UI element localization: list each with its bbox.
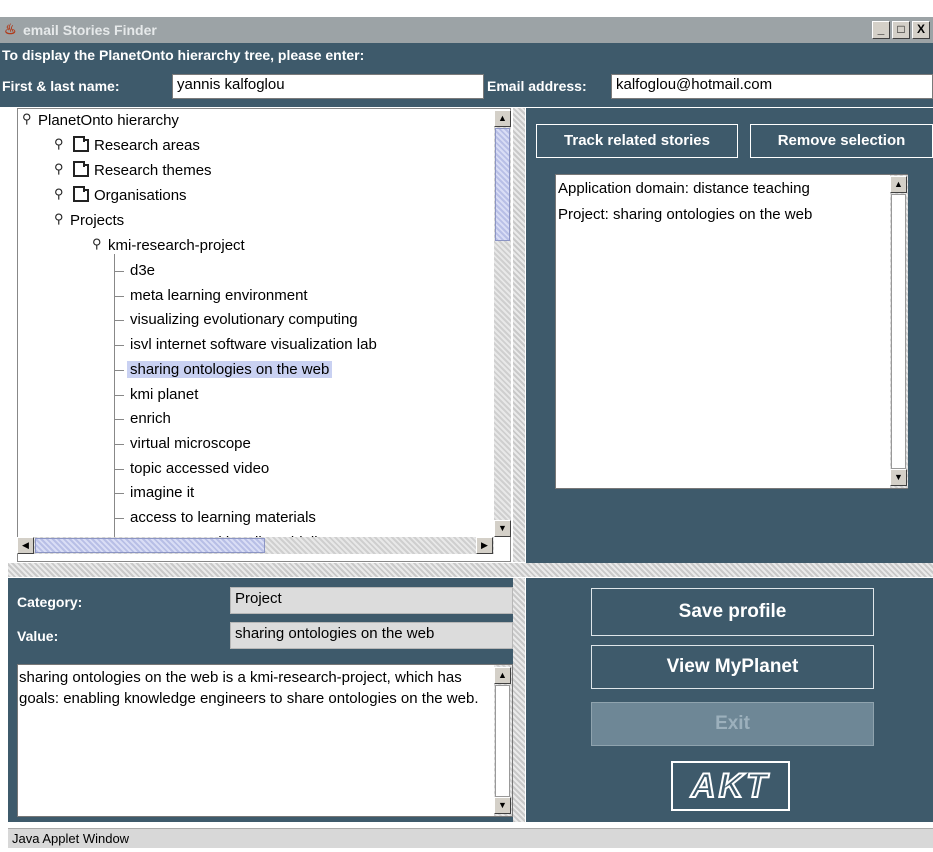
scroll-down-icon[interactable]: ▼ — [494, 797, 511, 814]
tree-branch-line — [114, 345, 124, 347]
tree-item[interactable]: d3e — [130, 262, 155, 279]
folder-icon — [73, 186, 89, 202]
maximize-button[interactable]: □ — [892, 21, 910, 39]
selection-panel: Track related stories Remove selection A… — [526, 108, 933, 563]
tree-kmi-research-project[interactable]: kmi-research-project — [108, 237, 245, 254]
category-value: Project — [230, 587, 513, 614]
scroll-left-icon[interactable]: ◀ — [17, 537, 34, 554]
vertical-splitter[interactable] — [513, 578, 525, 822]
tree-item[interactable]: isvl internet software visualization lab — [130, 336, 377, 353]
list-item[interactable]: Application domain: distance teaching — [558, 180, 810, 197]
scroll-right-icon[interactable]: ▶ — [476, 537, 493, 554]
scroll-down-icon[interactable]: ▼ — [890, 469, 907, 486]
vertical-splitter[interactable] — [513, 108, 525, 562]
scroll-up-icon[interactable]: ▲ — [494, 667, 511, 684]
expanded-node-icon[interactable]: ⚲ — [54, 211, 64, 227]
scroll-up-icon[interactable]: ▲ — [890, 176, 907, 193]
list-item[interactable]: Project: sharing ontologies on the web — [558, 206, 812, 223]
email-input[interactable]: kalfoglou@hotmail.com — [611, 74, 933, 99]
tree-root[interactable]: PlanetOnto hierarchy — [38, 112, 179, 129]
scroll-thumb[interactable] — [495, 128, 510, 241]
scroll-thumb[interactable] — [35, 538, 265, 553]
collapsed-node-icon[interactable]: ⚲ — [54, 186, 64, 202]
tree-item[interactable]: visualizing evolutionary computing — [130, 311, 358, 328]
exit-button[interactable]: Exit — [591, 702, 874, 746]
folder-icon — [73, 161, 89, 177]
remove-selection-button[interactable]: Remove selection — [750, 124, 933, 158]
window-titlebar: ♨ email Stories Finder _ □ X — [0, 17, 933, 43]
tree-folder-research-areas[interactable]: Research areas — [94, 137, 200, 154]
tree-node-icon: ⚲ — [22, 111, 32, 126]
tree-item[interactable]: enrich — [130, 410, 171, 427]
tree-branch-line — [114, 369, 124, 371]
close-button[interactable]: X — [912, 21, 930, 39]
tree-item[interactable]: imagine it — [130, 484, 194, 501]
details-panel: Category: Project Value: sharing ontolog… — [8, 578, 513, 822]
name-label: First & last name: — [2, 78, 120, 94]
scroll-up-icon[interactable]: ▲ — [494, 110, 511, 127]
tree-projects[interactable]: Projects — [70, 212, 124, 229]
java-icon: ♨ — [4, 21, 17, 37]
scroll-down-icon[interactable]: ▼ — [494, 520, 511, 537]
hierarchy-tree[interactable]: ⚲ PlanetOnto hierarchy ⚲ Research areas … — [17, 108, 511, 562]
tree-guide-line — [114, 254, 115, 544]
view-myplanet-button[interactable]: View MyPlanet — [591, 645, 874, 689]
tree-branch-line — [114, 320, 124, 322]
tree-branch-line — [114, 271, 124, 272]
collapsed-node-icon[interactable]: ⚲ — [54, 161, 64, 177]
selection-list[interactable]: Application domain: distance teaching Pr… — [555, 174, 908, 489]
header-panel: To display the PlanetOnto hierarchy tree… — [0, 43, 933, 107]
scroll-thumb[interactable] — [495, 685, 510, 797]
email-label: Email address: — [487, 78, 587, 94]
category-label: Category: — [17, 594, 83, 610]
minimize-button[interactable]: _ — [872, 21, 890, 39]
tree-branch-line — [114, 518, 124, 519]
tree-branch-line — [114, 394, 124, 396]
tree-branch-line — [114, 443, 124, 445]
tree-folder-research-themes[interactable]: Research themes — [94, 162, 212, 179]
description-area[interactable]: sharing ontologies on the web is a kmi-r… — [17, 664, 513, 817]
tree-item[interactable]: virtual microscope — [130, 435, 251, 452]
selection-list-scrollbar[interactable]: ▲ ▼ — [890, 175, 908, 488]
tree-branch-line — [114, 419, 124, 421]
folder-icon — [73, 136, 89, 152]
value-label: Value: — [17, 628, 59, 644]
collapsed-node-icon[interactable]: ⚲ — [54, 136, 64, 152]
description-text: sharing ontologies on the web is a kmi-r… — [19, 669, 479, 707]
akt-logo-text: AKT — [690, 766, 770, 806]
name-input[interactable]: yannis kalfoglou — [172, 74, 484, 99]
description-scrollbar[interactable]: ▲ ▼ — [494, 665, 512, 816]
tree-item[interactable]: topic accessed video — [130, 460, 269, 477]
tree-branch-line — [114, 493, 124, 495]
tree-vertical-scrollbar[interactable]: ▲ ▼ — [494, 110, 511, 537]
tree-item[interactable]: meta learning environment — [130, 287, 308, 304]
save-profile-button[interactable]: Save profile — [591, 588, 874, 636]
status-bar: Java Applet Window — [8, 828, 933, 848]
window-title: email Stories Finder — [23, 22, 157, 38]
scroll-thumb[interactable] — [891, 194, 906, 469]
tree-branch-line — [114, 468, 124, 470]
header-prompt: To display the PlanetOnto hierarchy tree… — [2, 47, 365, 63]
tree-folder-organisations[interactable]: Organisations — [94, 187, 187, 204]
akt-logo: AKT — [671, 761, 790, 811]
expanded-node-icon[interactable]: ⚲ — [92, 236, 102, 252]
tree-branch-line — [114, 295, 124, 297]
value-value: sharing ontologies on the web — [230, 622, 513, 649]
tree-horizontal-scrollbar[interactable]: ◀ ▶ — [17, 537, 494, 554]
actions-panel: Save profile View MyPlanet Exit AKT — [526, 578, 933, 822]
horizontal-splitter[interactable] — [8, 563, 933, 577]
tree-item-selected[interactable]: sharing ontologies on the web — [127, 360, 333, 378]
tree-item[interactable]: access to learning materials — [130, 509, 316, 526]
track-related-stories-button[interactable]: Track related stories — [536, 124, 738, 158]
tree-item[interactable]: kmi planet — [130, 386, 198, 403]
